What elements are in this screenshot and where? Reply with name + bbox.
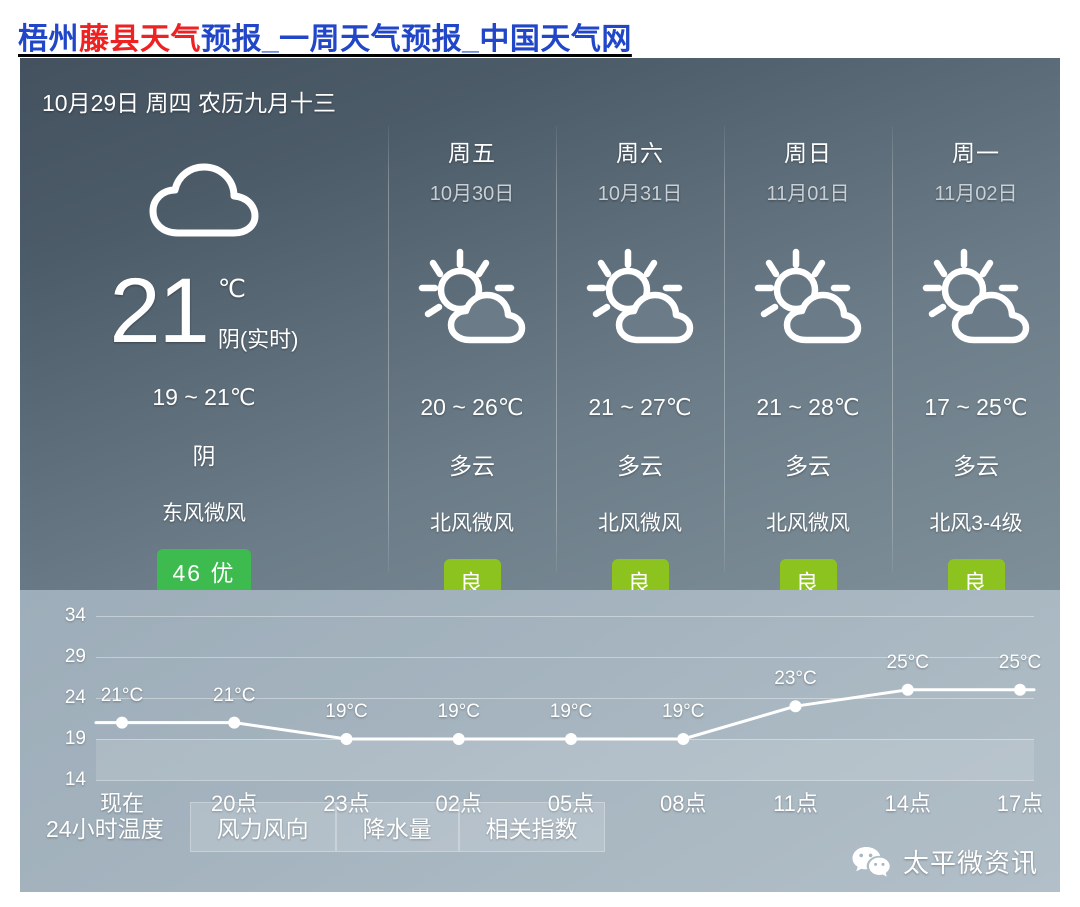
forecast-temperature-range: 20 ~ 26℃ xyxy=(420,394,524,420)
forecast-temperature-range: 17 ~ 25℃ xyxy=(924,394,1028,420)
temperature-point xyxy=(228,716,241,729)
today-temperature-range: 19 ~ 21℃ xyxy=(152,384,256,410)
forecast-wind: 北风微风 xyxy=(598,512,682,535)
forecast-weekday: 周六 xyxy=(616,140,664,166)
sun-behind-cloud-icon xyxy=(586,248,694,344)
forecast-weekday: 周一 xyxy=(952,140,1000,166)
page-title: 梧州藤县天气预报_一周天气预报_中国天气网 xyxy=(18,23,632,56)
temperature-point xyxy=(1014,683,1026,696)
weather-lower-panel: 34 29 24 19 14 21°C 21°C 19°C 19°C 19°C 19°C 23°C 25… xyxy=(20,590,1060,892)
page-title-part-3: 预报_一周天气预报_中国天气网 xyxy=(201,23,632,56)
forecast-condition: 多云 xyxy=(785,453,831,479)
chart-tab-1[interactable]: 风力风向 xyxy=(189,802,336,852)
today-temperature: 21 xyxy=(109,260,210,362)
forecast-date: 11月02日 xyxy=(934,183,1018,205)
forecast-icon-wrap xyxy=(556,228,724,368)
sun-behind-cloud-icon xyxy=(754,248,862,344)
brand-watermark: 太平微资讯 xyxy=(851,843,1038,880)
forecast-date: 10月31日 xyxy=(597,183,683,205)
temperature-point xyxy=(901,683,914,696)
forecast-condition: 多云 xyxy=(617,453,663,479)
temperature-point xyxy=(565,733,577,745)
forecast-wind: 北风微风 xyxy=(766,512,850,535)
forecast-column-0[interactable]: 周五 10月30日 20 ~ 26℃ 多云 北风微风 良 xyxy=(388,126,556,605)
today-condition: 阴 xyxy=(192,443,216,469)
page-title-bar: 梧州藤县天气预报_一周天气预报_中国天气网 xyxy=(0,0,1080,58)
cloudy-icon xyxy=(149,163,259,237)
forecast-date: 10月30日 xyxy=(429,183,515,205)
forecast-condition: 多云 xyxy=(449,453,495,479)
today-temperature-unit: ℃ xyxy=(217,275,246,303)
today-wind: 东风微风 xyxy=(162,502,246,525)
current-date-line: 10月29日 周四 农历九月十三 xyxy=(42,90,336,116)
forecast-temperature-range: 21 ~ 28℃ xyxy=(756,394,860,420)
temperature-point xyxy=(789,700,802,713)
chart-tab-2[interactable]: 降水量 xyxy=(335,802,459,852)
chart-tab-0[interactable]: 24小时温度 xyxy=(20,802,190,852)
forecast-column-3[interactable]: 周一 11月02日 17 ~ 25℃ 多云 北风3-4级 良 xyxy=(892,126,1060,605)
chart-tab-3[interactable]: 相关指数 xyxy=(458,802,605,852)
forecast-weekday: 周五 xyxy=(448,140,496,166)
today-aqi-wrap: 46 优 xyxy=(20,549,388,595)
forecast-wind: 北风3-4级 xyxy=(929,512,1023,535)
wechat-icon xyxy=(852,846,890,877)
forecast-wind: 北风微风 xyxy=(430,512,514,535)
forecast-icon-wrap xyxy=(724,228,892,368)
forecast-column-1[interactable]: 周六 10月31日 21 ~ 27℃ 多云 北风微风 良 xyxy=(556,126,724,605)
today-weather-icon-wrap xyxy=(20,142,388,262)
forecast-weekday: 周日 xyxy=(784,140,832,166)
today-temperature-row: 21 ℃ 阴(实时) xyxy=(20,260,388,362)
temperature-point xyxy=(116,716,128,729)
forecast-column-2[interactable]: 周日 11月01日 21 ~ 28℃ 多云 北风微风 良 xyxy=(724,126,892,605)
weather-upper-panel: 10月29日 周四 农历九月十三 21 ℃ 阴(实时) 19 ~ 21℃ 阴 东… xyxy=(20,58,1060,605)
forecast-icon-wrap xyxy=(892,228,1060,368)
weather-card: 10月29日 周四 农历九月十三 21 ℃ 阴(实时) 19 ~ 21℃ 阴 东… xyxy=(20,58,1060,892)
forecast-columns: 21 ℃ 阴(实时) 19 ~ 21℃ 阴 东风微风 46 优 周五 10月30… xyxy=(20,126,1060,605)
temperature-point xyxy=(452,733,465,745)
today-column[interactable]: 21 ℃ 阴(实时) 19 ~ 21℃ 阴 东风微风 46 优 xyxy=(20,130,388,595)
temperature-point xyxy=(677,733,690,745)
forecast-temperature-range: 21 ~ 27℃ xyxy=(588,394,692,420)
forecast-condition: 多云 xyxy=(953,453,999,479)
today-aqi-badge[interactable]: 46 优 xyxy=(156,549,252,595)
page-title-part-1: 梧州 xyxy=(18,23,79,56)
page-title-highlight: 藤县天气 xyxy=(79,23,201,56)
temperature-point xyxy=(340,733,353,745)
hourly-temperature-chart[interactable]: 34 29 24 19 14 21°C 21°C 19°C 19°C 19°C 19°C 23°C 25… xyxy=(20,590,1060,816)
today-condition-realtime: 阴(实时) xyxy=(217,327,299,352)
temperature-line xyxy=(94,688,1036,741)
chart-line-svg xyxy=(94,683,1036,745)
chart-tab-bar[interactable]: 24小时温度 风力风向 降水量 相关指数 xyxy=(20,802,605,852)
today-temperature-side: ℃ 阴(实时) xyxy=(218,268,299,354)
sun-behind-cloud-icon xyxy=(922,248,1030,344)
forecast-date: 11月01日 xyxy=(766,183,850,205)
brand-name: 太平微资讯 xyxy=(902,848,1038,878)
forecast-icon-wrap xyxy=(388,228,556,368)
sun-behind-cloud-icon xyxy=(418,248,526,344)
